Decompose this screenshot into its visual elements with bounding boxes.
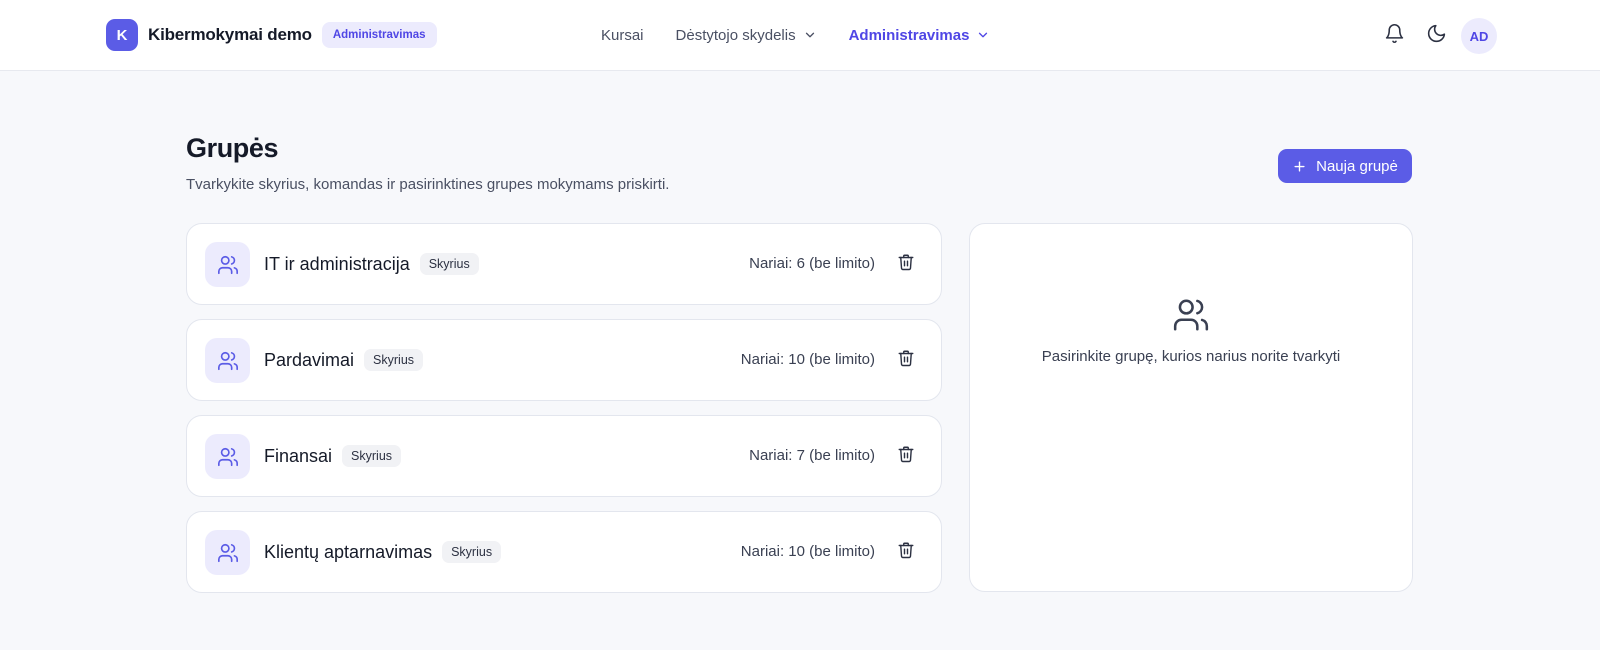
main-nav: Kursai Dėstytojo skydelis Administravima… [601,22,1022,48]
user-avatar[interactable]: AD [1461,18,1497,54]
group-type-badge: Skyrius [442,541,502,563]
group-card[interactable]: Finansai Skyrius Nariai: 7 (be limito) [186,415,942,497]
group-members-count: Nariai: 7 (be limito) [749,447,875,464]
chevron-down-icon [803,28,817,42]
group-detail-panel: Pasirinkite grupę, kurios narius norite … [969,223,1413,592]
group-card[interactable]: IT ir administracija Skyrius Nariai: 6 (… [186,223,942,305]
group-card[interactable]: Klientų aptarnavimas Skyrius Nariai: 10 … [186,511,942,593]
app-name: Kibermokymai demo [148,25,312,44]
group-name: IT ir administracija [264,253,410,274]
app-logo: K [106,19,138,51]
group-name-row: Finansai Skyrius [264,445,402,467]
bell-icon [1384,23,1405,49]
group-name-row: Pardavimai Skyrius [264,349,424,371]
group-type-badge: Skyrius [419,253,479,275]
nav-item-kursai[interactable]: Kursai [601,27,644,44]
group-name: Pardavimai [264,349,355,370]
group-name-row: Klientų aptarnavimas Skyrius [264,541,502,563]
nav-item-destytojo-skydelis[interactable]: Dėstytojo skydelis [676,27,817,44]
top-header: K Kibermokymai demo Administravimas Kurs… [0,0,1600,71]
users-icon [1172,296,1210,339]
role-badge: Administravimas [321,22,437,48]
group-name: Klientų aptarnavimas [264,541,433,562]
delete-group-button[interactable] [895,445,917,467]
trash-icon [897,253,915,276]
trash-icon [897,541,915,564]
new-group-button[interactable]: Nauja grupė [1278,149,1412,183]
trash-icon [897,349,915,372]
group-members-count: Nariai: 10 (be limito) [740,543,875,560]
brand[interactable]: K Kibermokymai demo Administravimas [106,19,437,51]
group-members-count: Nariai: 10 (be limito) [740,351,875,368]
delete-group-button[interactable] [895,253,917,275]
group-name-row: IT ir administracija Skyrius [264,253,479,275]
delete-group-button[interactable] [895,349,917,371]
nav-item-label: Kursai [601,26,644,44]
page-title: Grupės [186,133,279,163]
nav-item-administravimas[interactable]: Administravimas [849,27,991,44]
group-card[interactable]: Pardavimai Skyrius Nariai: 10 (be limito… [186,319,942,401]
moon-icon [1426,23,1447,49]
notifications-button[interactable] [1377,19,1411,53]
page-subtitle: Tvarkykite skyrius, komandas ir pasirink… [186,176,670,193]
users-icon [205,242,250,287]
new-group-label: Nauja grupė [1316,157,1398,175]
trash-icon [897,445,915,468]
nav-item-label: Administravimas [848,26,970,44]
group-list: IT ir administracija Skyrius Nariai: 6 (… [186,223,942,607]
theme-toggle-button[interactable] [1419,19,1453,53]
users-icon [205,530,250,575]
group-type-badge: Skyrius [342,445,402,467]
delete-group-button[interactable] [895,541,917,563]
nav-item-label: Dėstytojo skydelis [675,26,796,44]
empty-state-text: Pasirinkite grupę, kurios narius norite … [1041,348,1341,365]
group-name: Finansai [264,445,333,466]
chevron-down-icon [976,28,990,42]
plus-icon [1292,159,1307,174]
users-icon [205,434,250,479]
group-members-count: Nariai: 6 (be limito) [749,255,875,272]
users-icon [205,338,250,383]
group-type-badge: Skyrius [364,349,424,371]
header-actions: AD [1377,18,1497,54]
